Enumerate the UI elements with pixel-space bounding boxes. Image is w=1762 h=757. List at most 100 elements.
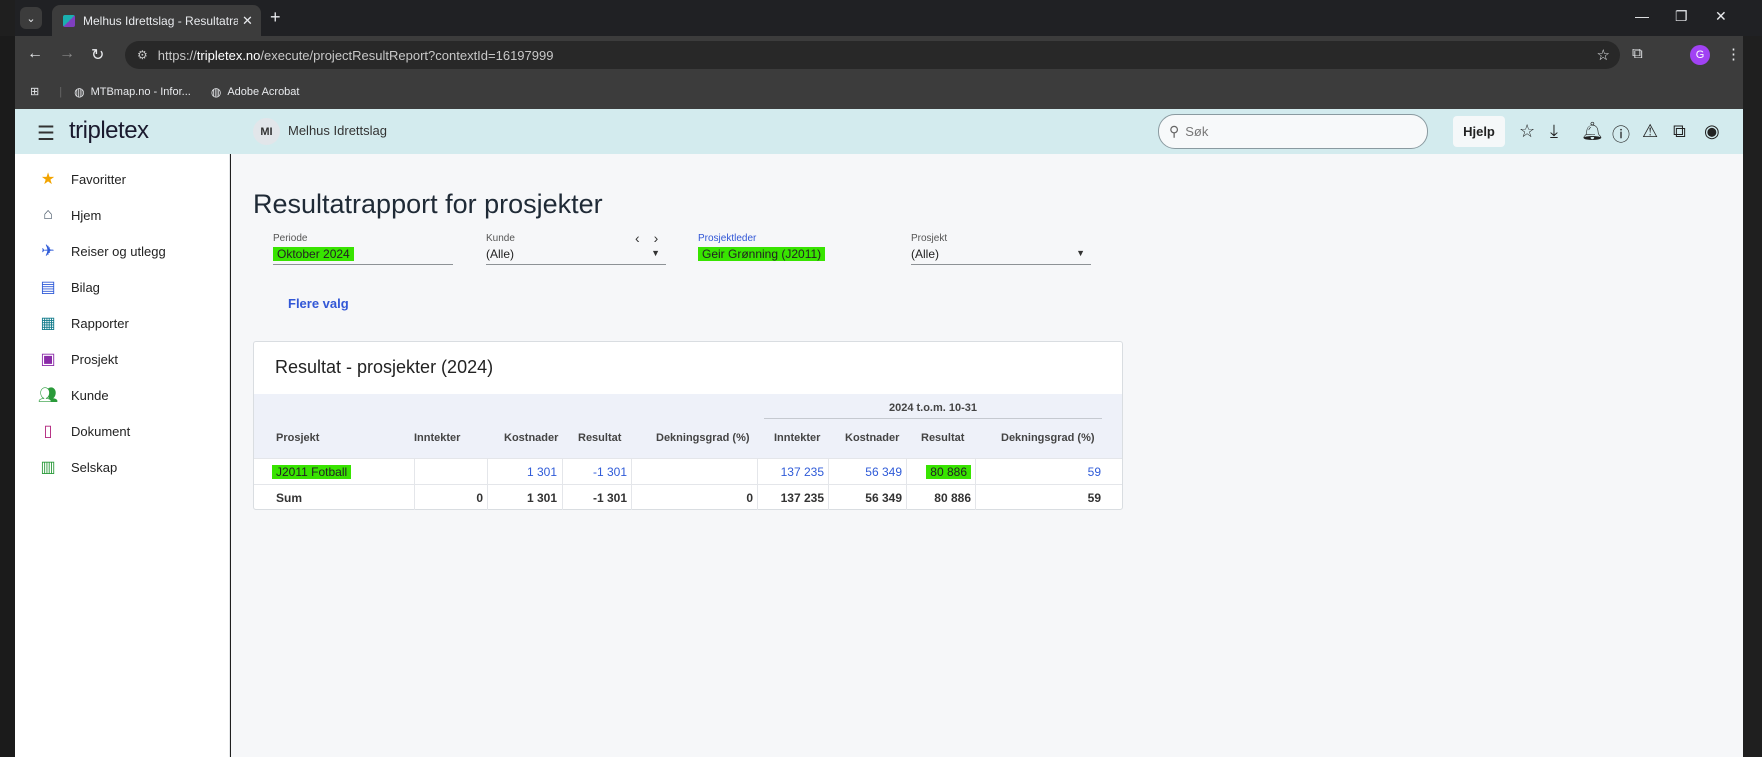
close-window-icon[interactable]: ✕ — [1715, 8, 1727, 25]
sidebar-item-prosjekt[interactable]: ▣ Prosjekt — [37, 344, 118, 374]
cell-ytd-kostnader[interactable]: 56 349 — [828, 465, 902, 479]
help-button[interactable]: Hjelp — [1453, 116, 1505, 147]
sum-ytd-resultat: 80 886 — [934, 491, 971, 505]
col-kostnader: Kostnader — [504, 432, 559, 444]
period-filter[interactable]: Periode Oktober 2024 — [273, 233, 453, 265]
bookmarks-bar: ⊞ | ◍ MTBmap.no - Infor... ◍ Adobe Acrobat — [15, 74, 1743, 109]
user-account-icon[interactable]: ◉ — [1704, 121, 1720, 142]
main-content: Resultatrapport for prosjekter Periode O… — [231, 154, 1743, 757]
active-tab[interactable]: Melhus Idrettslag - Resultatrap... ✕ — [52, 5, 261, 36]
col-ytd-inntekter: Inntekter — [774, 432, 821, 444]
forward-icon[interactable]: → — [59, 45, 75, 63]
tripletex-favicon-icon — [63, 14, 75, 27]
project-manager-filter[interactable]: Prosjektleder Geir Grønning (J2011) — [698, 233, 878, 265]
menu-icon[interactable]: ☰ — [37, 121, 55, 146]
extensions-icon[interactable]: ⧉ — [1632, 45, 1643, 62]
sum-label: Sum — [276, 491, 303, 505]
apps-icon[interactable]: ⊞ — [30, 85, 39, 98]
back-icon[interactable]: ← — [27, 45, 43, 63]
project-label: Prosjekt — [911, 233, 948, 244]
address-bar[interactable]: ⚙ https://tripletex.no/execute/projectRe… — [125, 41, 1620, 69]
globe-icon: ◍ — [210, 84, 222, 99]
browser-window: ⌄ Melhus Idrettslag - Resultatrap... ✕ +… — [15, 0, 1762, 757]
profile-avatar[interactable]: G — [1690, 45, 1710, 65]
tab-search-button[interactable]: ⌄ — [20, 7, 42, 29]
bookmark-mtbmap[interactable]: ◍ MTBmap.no - Infor... — [74, 85, 191, 99]
sidebar-item-dokument[interactable]: ▯ Dokument — [37, 416, 131, 446]
project-value: (Alle) — [911, 247, 940, 261]
briefcase-icon: ▣ — [40, 351, 56, 368]
period-value: Oktober 2024 — [273, 247, 453, 261]
group-divider — [764, 418, 1102, 419]
company-name[interactable]: Melhus Idrettslag — [288, 123, 387, 138]
file-icon: ▯ — [43, 423, 53, 440]
reload-icon[interactable]: ↻ — [91, 45, 104, 65]
cell-ytd-inntekter[interactable]: 137 235 — [757, 465, 824, 479]
download-icon[interactable]: ⤓ — [1550, 121, 1558, 142]
sidebar-item-selskap[interactable]: ▥ Selskap — [37, 452, 117, 482]
document-list-icon: ▤ — [40, 279, 56, 296]
table-row-project[interactable]: J2011 Fotball — [272, 465, 352, 479]
building-icon: ▥ — [40, 459, 56, 476]
tripletex-logo[interactable]: tripletex — [69, 117, 149, 145]
sidebar-item-bilag[interactable]: ▤ Bilag — [37, 272, 99, 302]
company-avatar[interactable]: MI — [253, 118, 280, 145]
cell-ytd-resultat[interactable]: 80 886 — [906, 465, 971, 479]
customer-label: Kunde — [486, 233, 515, 244]
sidebar-item-rapporter[interactable]: ▦ Rapporter — [37, 308, 128, 338]
app-header: ☰ tripletex MI Melhus Idrettslag ⚲ Søk H… — [15, 109, 1743, 154]
sum-ytd-kostnader: 56 349 — [865, 491, 902, 505]
cell-ytd-dekningsgrad[interactable]: 59 — [975, 465, 1101, 479]
sidebar-item-hjem[interactable]: ⌂ Hjem — [37, 200, 101, 230]
sum-resultat: -1 301 — [592, 491, 627, 505]
restore-icon[interactable]: ❐ — [1675, 8, 1688, 25]
people-icon: 👥︎ — [37, 387, 59, 404]
warning-icon[interactable]: ⚠ — [1642, 121, 1658, 142]
open-external-icon[interactable]: ⧉ — [1673, 121, 1686, 142]
dashboard-icon: ▦ — [40, 315, 56, 332]
info-alert-icon[interactable]: ⓘ — [1612, 121, 1630, 147]
period-label: Periode — [273, 233, 308, 244]
ytd-group-header: 2024 t.o.m. 10-31 — [888, 402, 978, 414]
result-card: Resultat - prosjekter (2024) 2024 t.o.m.… — [253, 341, 1123, 510]
sidebar-item-kunde[interactable]: 👥︎ Kunde — [37, 380, 109, 410]
sidebar: ★ Favoritter ⌂ Hjem ✈ Reiser og utlegg ▤ Bil… — [15, 154, 230, 757]
sum-inntekter: 0 — [476, 491, 483, 505]
cell-kostnader[interactable]: 1 301 — [487, 465, 557, 479]
tab-close-icon[interactable]: ✕ — [242, 13, 253, 29]
col-inntekter: Inntekter — [414, 432, 461, 444]
row-divider — [254, 484, 1122, 485]
col-resultat: Resultat — [578, 432, 622, 444]
row-divider — [254, 458, 1122, 459]
browser-toolbar: ← → ↻ ⚙ https://tripletex.no/execute/pro… — [15, 36, 1743, 74]
project-manager-value: Geir Grønning (J2011) — [698, 247, 878, 261]
col-dekningsgrad: Dekningsgrad (%) — [656, 432, 750, 444]
sidebar-item-reiser[interactable]: ✈ Reiser og utlegg — [37, 236, 165, 266]
chevron-down-icon: ▼ — [1076, 248, 1085, 258]
tab-strip: ⌄ Melhus Idrettslag - Resultatrap... ✕ +… — [15, 0, 1762, 36]
page-title: Resultatrapport for prosjekter — [253, 189, 603, 219]
search-icon: ⚲ — [1169, 123, 1180, 139]
minimize-icon[interactable]: — — [1635, 8, 1649, 24]
favorite-star-icon[interactable]: ☆ — [1519, 121, 1535, 142]
customer-filter[interactable]: Kunde (Alle) ▼ — [486, 233, 666, 265]
bookmark-star-icon[interactable]: ☆ — [1597, 46, 1610, 64]
col-ytd-resultat: Resultat — [921, 432, 965, 444]
notification-bell-icon[interactable]: 🔔︎ — [1581, 121, 1604, 142]
bookmark-divider: | — [59, 85, 63, 98]
new-tab-icon[interactable]: + — [270, 7, 281, 28]
card-title: Resultat - prosjekter (2024) — [275, 357, 494, 377]
browser-menu-icon[interactable]: ⋮ — [1726, 45, 1741, 63]
site-info-icon[interactable]: ⚙ — [137, 48, 148, 62]
more-options-link[interactable]: Flere valg — [288, 296, 349, 311]
tab-title: Melhus Idrettslag - Resultatrap... — [83, 13, 238, 28]
cell-resultat[interactable]: -1 301 — [562, 465, 627, 479]
project-filter[interactable]: Prosjekt (Alle) ▼ — [911, 233, 1091, 265]
plane-icon: ✈ — [41, 243, 55, 260]
search-input[interactable]: ⚲ Søk — [1158, 114, 1428, 149]
bookmark-adobe-acrobat[interactable]: ◍ Adobe Acrobat — [211, 85, 300, 99]
col-prosjekt: Prosjekt — [276, 432, 320, 444]
col-ytd-dekningsgrad: Dekningsgrad (%) — [1001, 432, 1095, 444]
url-text: https://tripletex.no/execute/projectResu… — [157, 47, 554, 63]
sidebar-item-favoritter[interactable]: ★ Favoritter — [37, 164, 126, 194]
